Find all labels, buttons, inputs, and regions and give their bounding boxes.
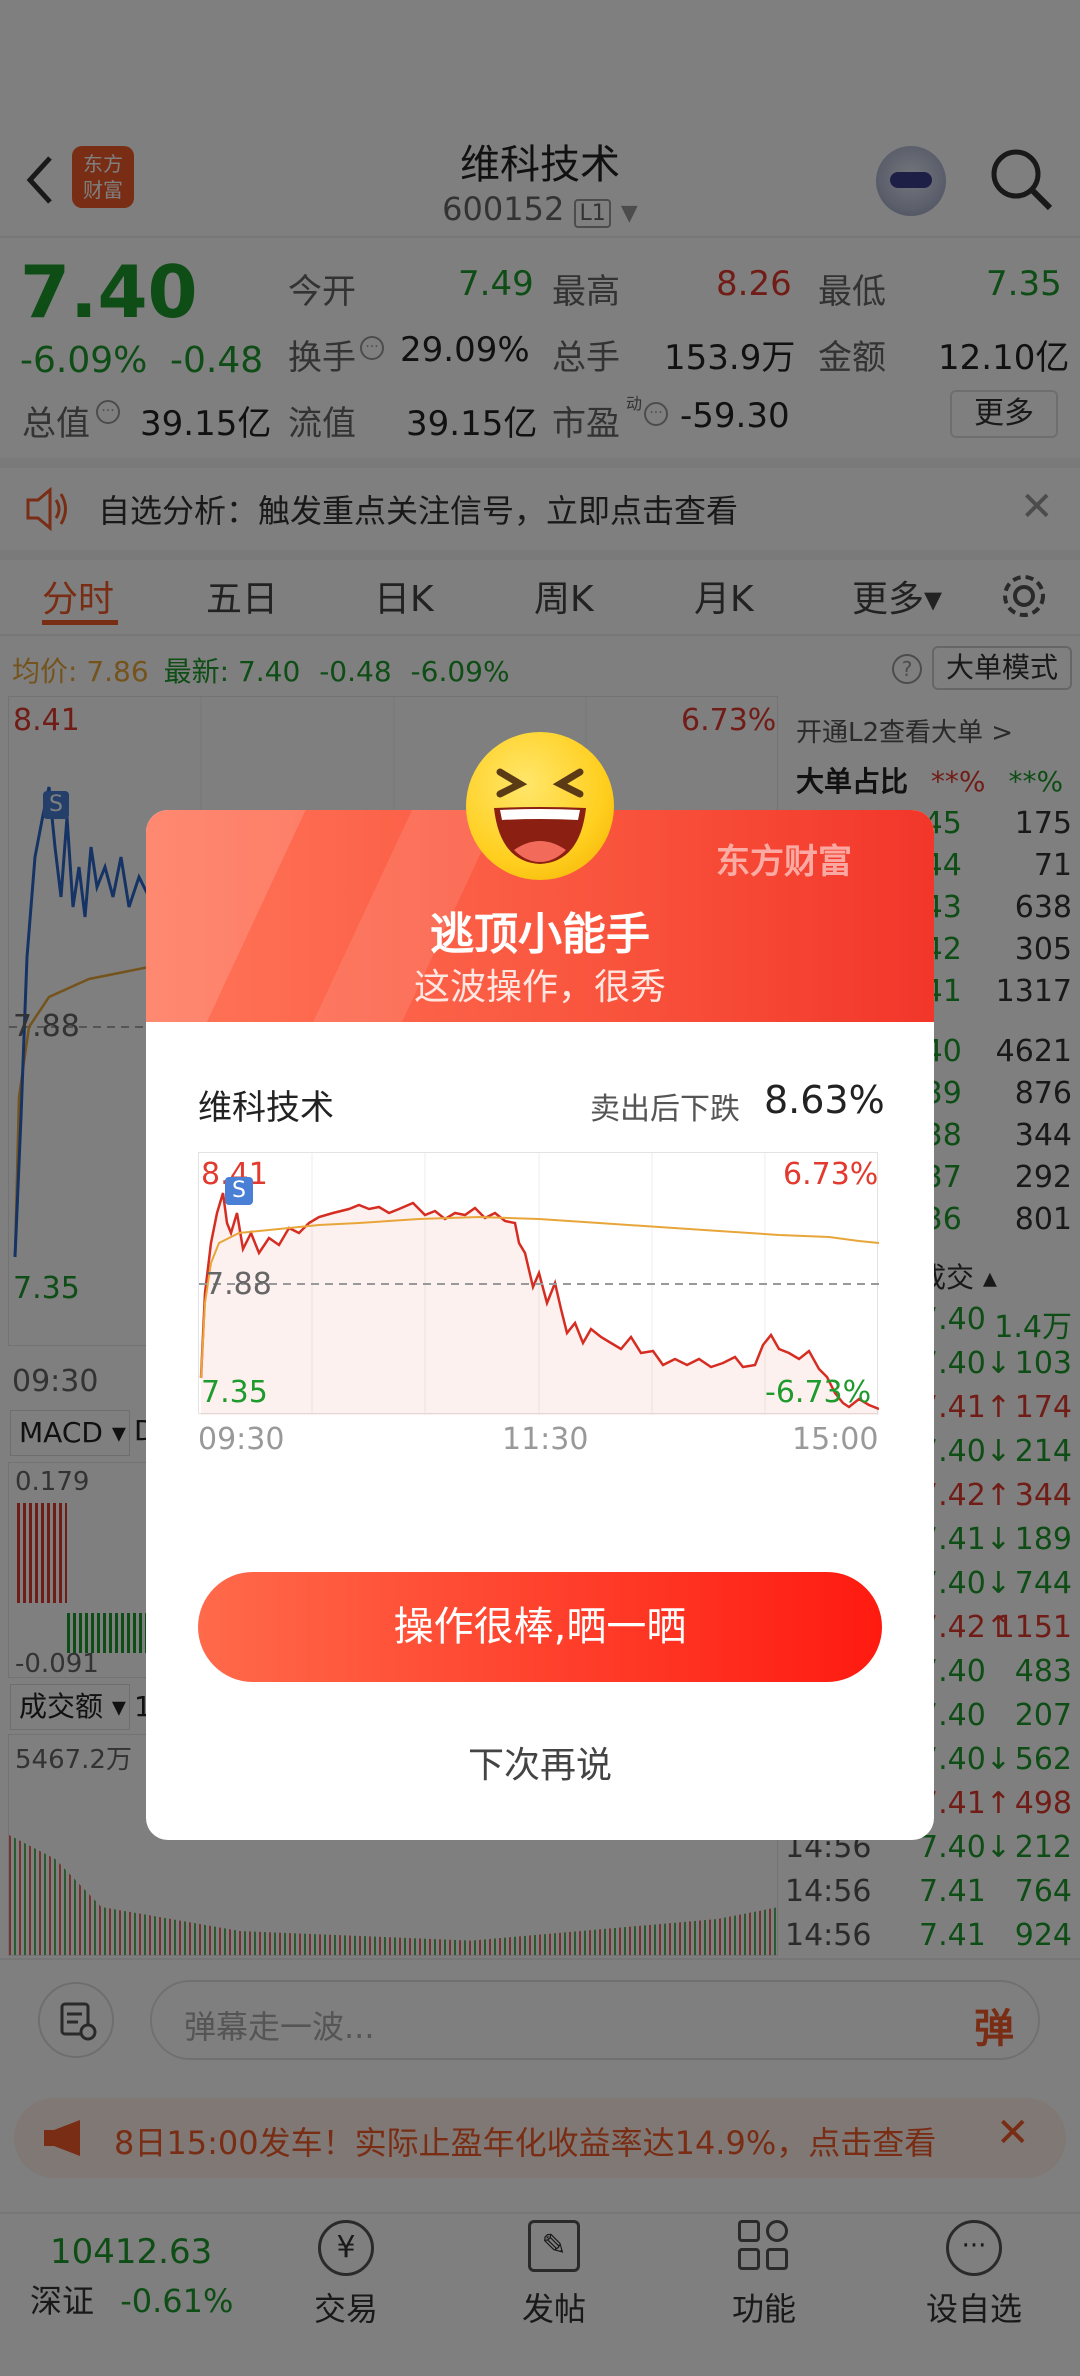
mini-time-mid: 11:30 xyxy=(502,1422,589,1457)
drop-value: 8.63% xyxy=(764,1078,885,1122)
achievement-modal: 东方财富 逃顶小能手 这波操作，很秀 维科技术 卖出后下跌 8.63% 8.41… xyxy=(146,810,934,1840)
sell-marker: S xyxy=(225,1177,253,1205)
mini-chart: 8.41 7.88 7.35 6.73% -6.73% S xyxy=(198,1152,879,1415)
mini-y-mid: 7.88 xyxy=(205,1267,272,1302)
mini-time-start: 09:30 xyxy=(198,1422,285,1457)
mini-y-bottom: 7.35 xyxy=(201,1375,268,1410)
mini-pct-top: 6.73% xyxy=(783,1157,879,1192)
modal-subtitle: 这波操作，很秀 xyxy=(413,967,666,1008)
brand-watermark: 东方财富 xyxy=(716,842,852,882)
mini-pct-bottom: -6.73% xyxy=(765,1375,872,1410)
later-button[interactable]: 下次再说 xyxy=(146,1736,934,1788)
modal-title: 逃顶小能手 xyxy=(430,909,650,960)
stock-name-label: 维科技术 xyxy=(198,1088,334,1128)
drop-label: 卖出后下跌 xyxy=(590,1092,740,1127)
share-button[interactable]: 操作很棒,晒一晒 xyxy=(198,1572,882,1682)
mini-time-end: 15:00 xyxy=(792,1422,879,1457)
laughing-emoji-icon xyxy=(466,732,614,880)
